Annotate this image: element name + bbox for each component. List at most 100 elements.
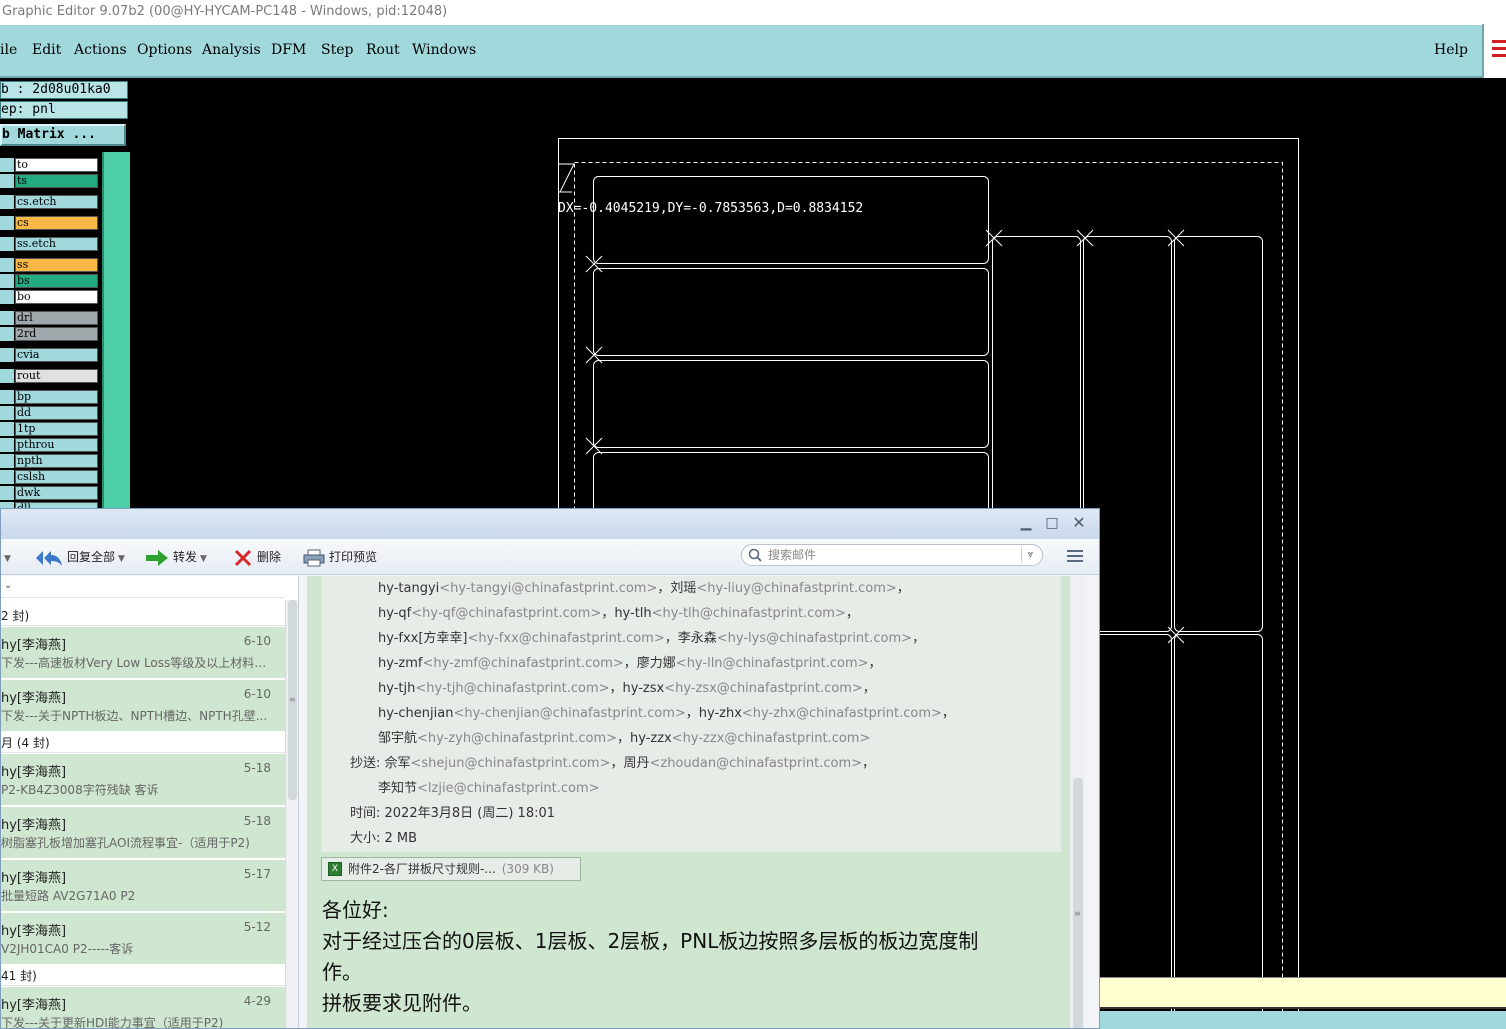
contact-email[interactable]: <hy-tlh@chinafastprint.com> xyxy=(652,606,846,621)
contact-name[interactable]: hy-tjh xyxy=(378,681,415,696)
menu-dfm[interactable]: DFM xyxy=(271,42,306,58)
layer-row[interactable]: to xyxy=(0,158,98,172)
layer-row[interactable]: bo xyxy=(0,290,98,304)
contact-name[interactable]: ， xyxy=(942,706,955,721)
pane-edge xyxy=(1085,576,1099,1028)
list-item[interactable]: hy[李海燕] 4-29 下发---关于更新HDI能力事宜（适用于P2) xyxy=(1,987,285,1028)
contact-email[interactable]: <hy-tjh@chinafastprint.com> xyxy=(415,681,609,696)
layer-row[interactable]: pthrou xyxy=(0,438,98,452)
contact-name[interactable]: 李知节 xyxy=(378,781,417,796)
contact-email[interactable]: <hy-lln@chinafastprint.com> xyxy=(676,656,869,671)
contact-name[interactable]: hy-fxx[方幸幸] xyxy=(378,631,468,646)
maximize-icon[interactable]: □ xyxy=(1042,513,1062,533)
search-options-chevron-icon[interactable]: ⩔ xyxy=(1021,547,1039,563)
contact-name[interactable]: ，hy-tlh xyxy=(601,606,651,621)
layer-row[interactable]: 2rd xyxy=(0,327,98,341)
contact-name[interactable]: hy-zmf xyxy=(378,656,422,671)
layer-row[interactable]: dwk xyxy=(0,486,98,500)
layer-row[interactable]: bp xyxy=(0,390,98,404)
forward-button[interactable]: 转发 ▼ xyxy=(145,545,207,569)
message-list-scrollbar[interactable]: ≡ xyxy=(285,600,298,1028)
contact-email[interactable]: <hy-qf@chinafastprint.com> xyxy=(411,606,601,621)
layer-list-scrollbar[interactable] xyxy=(102,152,130,512)
header-line: hy-zmf<hy-zmf@chinafastprint.com>，廖力娜<hy… xyxy=(378,652,882,671)
menu-analysis[interactable]: Analysis xyxy=(202,42,261,58)
contact-email[interactable]: <hy-lys@chinafastprint.com> xyxy=(717,631,912,646)
contact-name[interactable]: ， xyxy=(869,656,882,671)
group-header[interactable]: 2 封) xyxy=(1,606,285,626)
contact-name[interactable]: ，刘瑶 xyxy=(657,581,696,596)
contact-name[interactable]: ，周丹 xyxy=(610,756,649,771)
layer-row[interactable]: dd xyxy=(0,406,98,420)
contact-email[interactable]: <hy-liuy@chinafastprint.com> xyxy=(696,581,896,596)
contact-name[interactable]: ，李永森 xyxy=(665,631,717,646)
contact-name[interactable]: ，hy-zsx xyxy=(610,681,665,696)
layer-row[interactable]: ss.etch xyxy=(0,237,98,251)
menu-step[interactable]: Step xyxy=(321,42,353,58)
minimize-icon[interactable]: ▁ xyxy=(1016,513,1036,533)
menu-windows[interactable]: Windows xyxy=(412,42,476,58)
contact-email[interactable]: <hy-tangyi@chinafastprint.com> xyxy=(439,581,657,596)
layer-row[interactable]: 1tp xyxy=(0,422,98,436)
list-item[interactable]: hy[李海燕] 6-10 下发---高速板材Very Low Loss等级及以上… xyxy=(1,627,285,679)
contact-email[interactable]: <hy-zhx@chinafastprint.com> xyxy=(742,706,942,721)
layer-row[interactable]: drl xyxy=(0,311,98,325)
contact-name[interactable]: hy-chenjian xyxy=(378,706,453,721)
list-item[interactable]: hy[李海燕] 5-17 批量短路 AV2G71A0 P2 xyxy=(1,860,285,912)
menu-file[interactable]: ile xyxy=(0,42,17,58)
contact-email[interactable]: <zhoudan@chinafastprint.com> xyxy=(649,756,862,771)
contact-email[interactable]: <hy-zmf@chinafastprint.com> xyxy=(422,656,623,671)
layer-row[interactable]: cslsh xyxy=(0,470,98,484)
layer-row[interactable]: cs.etch xyxy=(0,195,98,209)
list-item[interactable]: hy[李海燕] 5-18 P2-KB4Z3008字符残缺 客诉 xyxy=(1,754,285,806)
contact-name[interactable]: ，hy-zzx xyxy=(617,731,672,746)
menu-options[interactable]: Options xyxy=(137,42,192,58)
contact-name[interactable]: hy-qf xyxy=(378,606,411,621)
menu-edit[interactable]: Edit xyxy=(32,42,61,58)
contact-name[interactable]: ， xyxy=(897,581,910,596)
reply-dropdown[interactable]: ▼ xyxy=(1,545,11,569)
contact-name[interactable]: ，hy-zhx xyxy=(686,706,742,721)
layer-row[interactable]: npth xyxy=(0,454,98,468)
menu-help[interactable]: Help xyxy=(1434,42,1468,58)
reply-all-button[interactable]: 回复全部 ▼ xyxy=(35,545,125,569)
contact-name[interactable]: ， xyxy=(863,681,876,696)
job-matrix-button[interactable]: b Matrix ... xyxy=(0,124,126,146)
contact-email[interactable]: <shejun@chinafastprint.com> xyxy=(411,756,611,771)
delete-button[interactable]: 删除 xyxy=(233,545,281,569)
contact-name[interactable]: hy-tangyi xyxy=(378,581,439,596)
options-menu-icon[interactable] xyxy=(1067,550,1083,564)
contact-name[interactable]: ， xyxy=(912,631,925,646)
sort-chevron-icon[interactable]: ⌄ xyxy=(1,576,285,598)
contact-email[interactable]: <lzjie@chinafastprint.com> xyxy=(417,781,600,796)
reading-pane-scrollbar[interactable]: ≡ xyxy=(1069,576,1085,1028)
contact-name[interactable]: 邹宇航 xyxy=(378,731,417,746)
list-item[interactable]: hy[李海燕] 6-10 下发---关于NPTH板边、NPTH槽边、NPTH孔壁… xyxy=(1,680,285,732)
group-header[interactable]: 月 (4 封) xyxy=(1,733,285,753)
scrollbar-thumb[interactable] xyxy=(1073,778,1083,1028)
contact-email[interactable]: <hy-zsx@chinafastprint.com> xyxy=(664,681,863,696)
contact-name[interactable]: ， xyxy=(846,606,859,621)
list-item[interactable]: hy[李海燕] 5-12 V2JH01CA0 P2-----客诉 xyxy=(1,913,285,965)
list-item[interactable]: hy[李海燕] 5-18 树脂塞孔板增加塞孔AOI流程事宜-（适用于P2) xyxy=(1,807,285,859)
layer-row[interactable]: rout xyxy=(0,369,98,383)
layer-row[interactable]: bs xyxy=(0,274,98,288)
contact-email[interactable]: <hy-chenjian@chinafastprint.com> xyxy=(453,706,685,721)
close-icon[interactable]: ✕ xyxy=(1069,513,1089,533)
contact-email[interactable]: <hy-zyh@chinafastprint.com> xyxy=(417,731,617,746)
contact-name[interactable]: ， xyxy=(862,756,875,771)
menu-actions[interactable]: Actions xyxy=(74,42,127,58)
menu-rout[interactable]: Rout xyxy=(366,42,400,58)
layer-row[interactable]: cs xyxy=(0,216,98,230)
search-box[interactable]: 搜索邮件 ⩔ xyxy=(741,544,1043,566)
group-header[interactable]: 41 封) xyxy=(1,966,285,986)
contact-email[interactable]: <hy-zzx@chinafastprint.com> xyxy=(672,731,871,746)
contact-name[interactable]: ，廖力娜 xyxy=(624,656,676,671)
scrollbar-grip-icon: ≡ xyxy=(289,695,296,704)
contact-email[interactable]: <hy-fxx@chinafastprint.com> xyxy=(468,631,665,646)
print-preview-button[interactable]: 打印预览 xyxy=(303,545,377,569)
layer-row[interactable]: ss xyxy=(0,258,98,272)
attachment-chip[interactable]: X 附件2-各厂拼板尺寸规则-... (309 KB) xyxy=(321,857,581,881)
layer-row[interactable]: ts xyxy=(0,174,98,188)
layer-row[interactable]: cvia xyxy=(0,348,98,362)
